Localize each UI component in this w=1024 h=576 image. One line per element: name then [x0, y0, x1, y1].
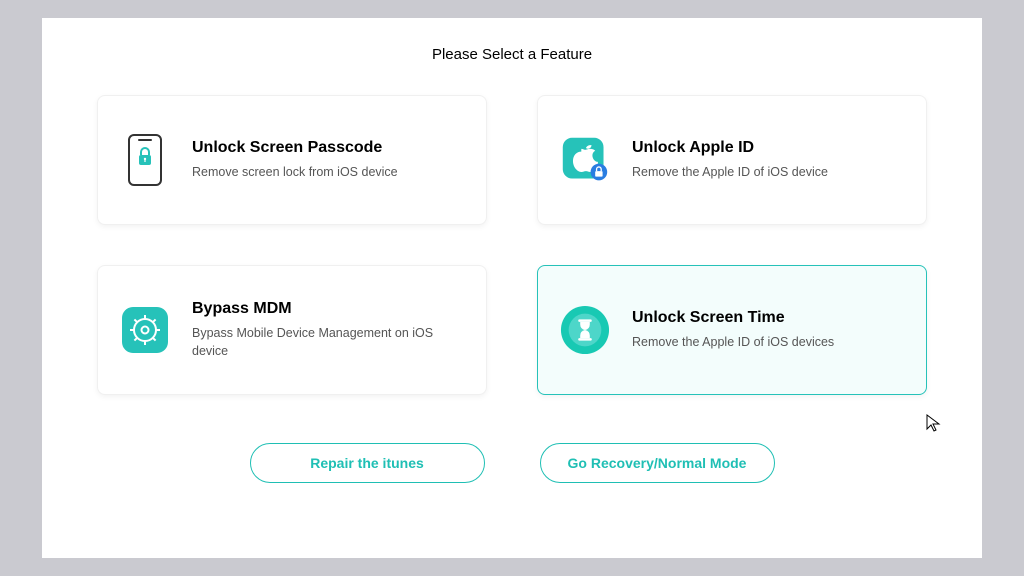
feature-desc: Remove the Apple ID of iOS device — [632, 163, 904, 181]
feature-desc: Remove the Apple ID of iOS devices — [632, 333, 904, 351]
feature-text: Unlock Screen Passcode Remove screen loc… — [192, 139, 464, 181]
feature-desc: Bypass Mobile Device Management on iOS d… — [192, 324, 464, 360]
apple-lock-icon — [560, 135, 610, 185]
feature-title: Unlock Screen Time — [632, 309, 904, 327]
feature-card-unlock-apple-id[interactable]: Unlock Apple ID Remove the Apple ID of i… — [537, 95, 927, 225]
feature-text: Unlock Screen Time Remove the Apple ID o… — [632, 309, 904, 351]
bottom-buttons: Repair the itunes Go Recovery/Normal Mod… — [250, 443, 775, 483]
feature-title: Unlock Screen Passcode — [192, 139, 464, 157]
gear-icon — [120, 305, 170, 355]
feature-text: Bypass MDM Bypass Mobile Device Manageme… — [192, 300, 464, 360]
app-window: Please Select a Feature Unlock Screen Pa… — [42, 18, 982, 558]
phone-lock-icon — [120, 135, 170, 185]
repair-itunes-button[interactable]: Repair the itunes — [250, 443, 485, 483]
feature-desc: Remove screen lock from iOS device — [192, 163, 464, 181]
feature-title: Bypass MDM — [192, 300, 464, 318]
feature-text: Unlock Apple ID Remove the Apple ID of i… — [632, 139, 904, 181]
feature-card-bypass-mdm[interactable]: Bypass MDM Bypass Mobile Device Manageme… — [97, 265, 487, 395]
page-title: Please Select a Feature — [432, 46, 592, 63]
feature-card-unlock-passcode[interactable]: Unlock Screen Passcode Remove screen loc… — [97, 95, 487, 225]
recovery-mode-button[interactable]: Go Recovery/Normal Mode — [540, 443, 775, 483]
feature-title: Unlock Apple ID — [632, 139, 904, 157]
hourglass-icon — [560, 305, 610, 355]
feature-card-unlock-screen-time[interactable]: Unlock Screen Time Remove the Apple ID o… — [537, 265, 927, 395]
feature-grid: Unlock Screen Passcode Remove screen loc… — [97, 95, 927, 395]
